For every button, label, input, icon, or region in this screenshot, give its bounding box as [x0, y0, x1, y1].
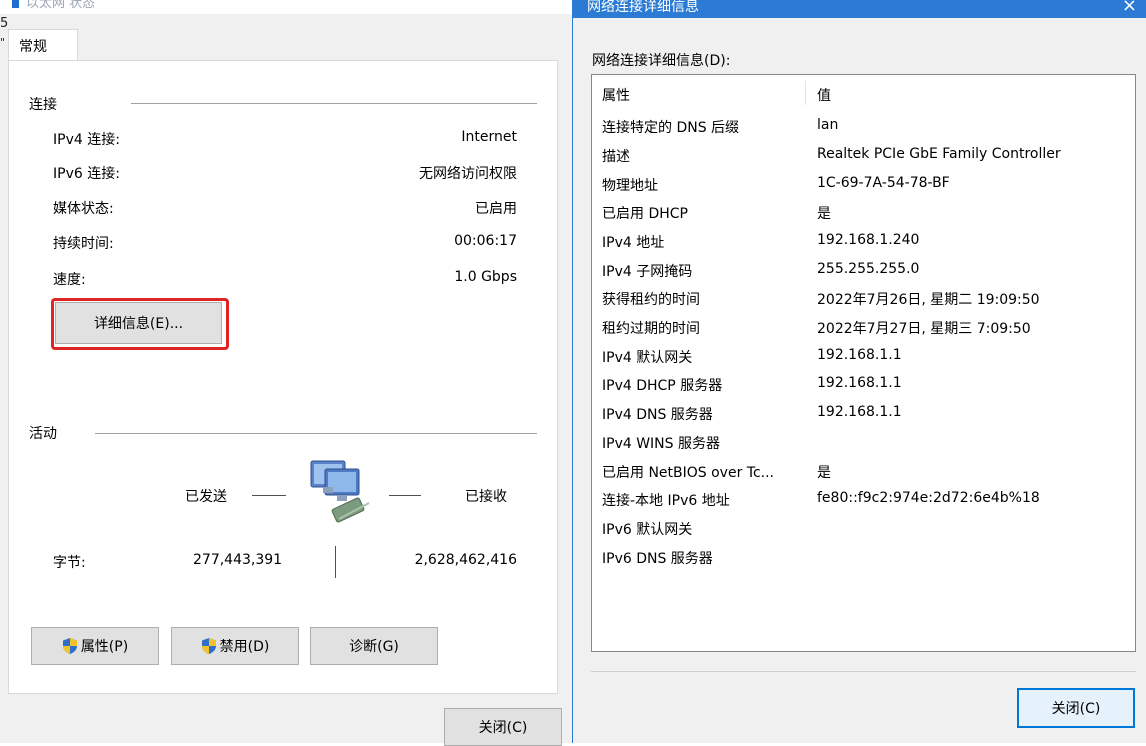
table-row[interactable]: IPv4 DNS 服务器 192.168.1.1 [592, 400, 1135, 428]
property-name: 连接-本地 IPv6 地址 [602, 493, 730, 509]
property-name: IPv6 默认网关 [602, 522, 693, 538]
shield-icon [201, 638, 216, 654]
properties-button[interactable]: 属性(P) [31, 627, 159, 665]
speed-label: 速度: [53, 272, 86, 288]
ipv6-connectivity-label: IPv6 连接: [53, 166, 120, 182]
group-divider [131, 103, 537, 104]
details-list-heading: 网络连接详细信息(D): [592, 53, 731, 69]
details-list[interactable]: 属性 值 连接特定的 DNS 后缀 lan 描述 Realtek PCIe Gb… [591, 74, 1136, 652]
activity-group-title: 活动 [29, 426, 57, 442]
property-value: 是 [817, 206, 831, 222]
network-activity-icon [299, 457, 379, 529]
property-name: IPv4 WINS 服务器 [602, 436, 720, 452]
details-close-button[interactable]: 关闭(C) [1017, 688, 1135, 728]
table-row[interactable]: IPv4 地址 192.168.1.240 [592, 228, 1135, 256]
network-icon [12, 0, 19, 8]
column-header-property[interactable]: 属性 [602, 85, 630, 105]
property-value: 是 [817, 465, 831, 481]
table-row[interactable]: IPv4 WINS 服务器 [592, 429, 1135, 457]
details-window: 网络连接详细信息 × 网络连接详细信息(D): 属性 值 连接特定的 DNS 后… [572, 0, 1146, 743]
details-window-title: 网络连接详细信息 [587, 0, 699, 15]
table-row[interactable]: 描述 Realtek PCIe GbE Family Controller [592, 142, 1135, 170]
status-close-button[interactable]: 关闭(C) [444, 708, 562, 746]
property-value: 2022年7月26日, 星期二 19:09:50 [817, 292, 1040, 308]
table-row[interactable]: 已启用 NetBIOS over Tc... 是 [592, 458, 1135, 486]
ipv6-connectivity-value: 无网络访问权限 [419, 166, 517, 182]
property-name: 描述 [602, 149, 630, 165]
property-name: IPv4 DHCP 服务器 [602, 378, 723, 394]
property-name: 物理地址 [602, 178, 658, 194]
table-row[interactable]: 连接特定的 DNS 后缀 lan [592, 113, 1135, 141]
property-name: IPv4 DNS 服务器 [602, 407, 713, 423]
dialog-divider [591, 671, 1136, 672]
status-window: 以太网 状态 5 " 常规 连接 IPv4 连接: Internet IPv6 … [0, 0, 572, 746]
media-state-value: 已启用 [475, 201, 517, 217]
property-value: fe80::f9c2:974e:2d72:6e4b%18 [817, 490, 1040, 506]
property-value: 192.168.1.240 [817, 232, 920, 248]
property-name: IPv4 地址 [602, 235, 665, 251]
bytes-label: 字节: [53, 555, 86, 571]
table-row[interactable]: 租约过期的时间 2022年7月27日, 星期三 7:09:50 [592, 314, 1135, 342]
properties-button-label: 属性(P) [80, 639, 129, 655]
tab-general-label: 常规 [19, 39, 47, 55]
details-window-titlebar: 网络连接详细信息 × [573, 0, 1146, 18]
property-name: IPv4 默认网关 [602, 350, 693, 366]
sent-dash [252, 495, 286, 496]
table-row[interactable]: IPv4 DHCP 服务器 192.168.1.1 [592, 371, 1135, 399]
bytes-sent-value: 277,443,391 [193, 552, 283, 568]
duration-value: 00:06:17 [454, 233, 517, 249]
details-button[interactable]: 详细信息(E)... [55, 302, 222, 344]
disable-button[interactable]: 禁用(D) [171, 627, 299, 665]
property-name: IPv4 子网掩码 [602, 264, 693, 280]
table-row[interactable]: 连接-本地 IPv6 地址 fe80::f9c2:974e:2d72:6e4b%… [592, 486, 1135, 514]
property-name: 已启用 DHCP [602, 206, 688, 222]
property-value: 2022年7月27日, 星期三 7:09:50 [817, 321, 1031, 337]
property-name: 租约过期的时间 [602, 321, 700, 337]
table-row[interactable]: IPv4 子网掩码 255.255.255.0 [592, 257, 1135, 285]
property-value: 255.255.255.0 [817, 261, 920, 277]
table-row[interactable]: IPv4 默认网关 192.168.1.1 [592, 343, 1135, 371]
sent-label: 已发送 [185, 489, 227, 505]
column-separator [805, 81, 806, 105]
tab-general[interactable]: 常规 [8, 29, 78, 61]
table-row[interactable]: 已启用 DHCP 是 [592, 199, 1135, 227]
close-icon[interactable]: × [1122, 0, 1137, 16]
ipv4-connectivity-value: Internet [461, 129, 517, 145]
table-row[interactable]: IPv6 默认网关 [592, 515, 1135, 543]
property-name: IPv6 DNS 服务器 [602, 551, 713, 567]
speed-value: 1.0 Gbps [454, 269, 517, 285]
property-value: Realtek PCIe GbE Family Controller [817, 146, 1061, 162]
ipv4-connectivity-label: IPv4 连接: [53, 132, 120, 148]
property-value: 192.168.1.1 [817, 375, 902, 391]
received-dash [389, 495, 421, 496]
clipped-text: " [0, 36, 6, 49]
property-value: lan [817, 117, 839, 133]
property-value: 1C-69-7A-54-78-BF [817, 175, 950, 191]
media-state-label: 媒体状态: [53, 201, 114, 217]
property-name: 连接特定的 DNS 后缀 [602, 120, 740, 136]
received-label: 已接收 [465, 489, 507, 505]
status-window-titlebar: 以太网 状态 [0, 0, 572, 14]
general-tab-panel: 连接 IPv4 连接: Internet IPv6 连接: 无网络访问权限 媒体… [8, 60, 558, 694]
bytes-divider [335, 546, 336, 578]
disable-button-label: 禁用(D) [219, 639, 270, 655]
property-value: 192.168.1.1 [817, 404, 902, 420]
property-name: 已启用 NetBIOS over Tc... [602, 465, 775, 481]
status-window-title: 以太网 状态 [26, 0, 96, 11]
duration-label: 持续时间: [53, 236, 114, 252]
property-value: 192.168.1.1 [817, 347, 902, 363]
diagnose-button[interactable]: 诊断(G) [310, 627, 438, 665]
property-name: 获得租约的时间 [602, 292, 700, 308]
connection-group-title: 连接 [29, 97, 57, 113]
table-row[interactable]: IPv6 DNS 服务器 [592, 544, 1135, 572]
shield-icon [62, 638, 77, 654]
group-divider [95, 433, 537, 434]
table-row[interactable]: 物理地址 1C-69-7A-54-78-BF [592, 171, 1135, 199]
column-header-value[interactable]: 值 [817, 85, 831, 105]
bytes-received-value: 2,628,462,416 [414, 552, 517, 568]
table-row[interactable]: 获得租约的时间 2022年7月26日, 星期二 19:09:50 [592, 285, 1135, 313]
